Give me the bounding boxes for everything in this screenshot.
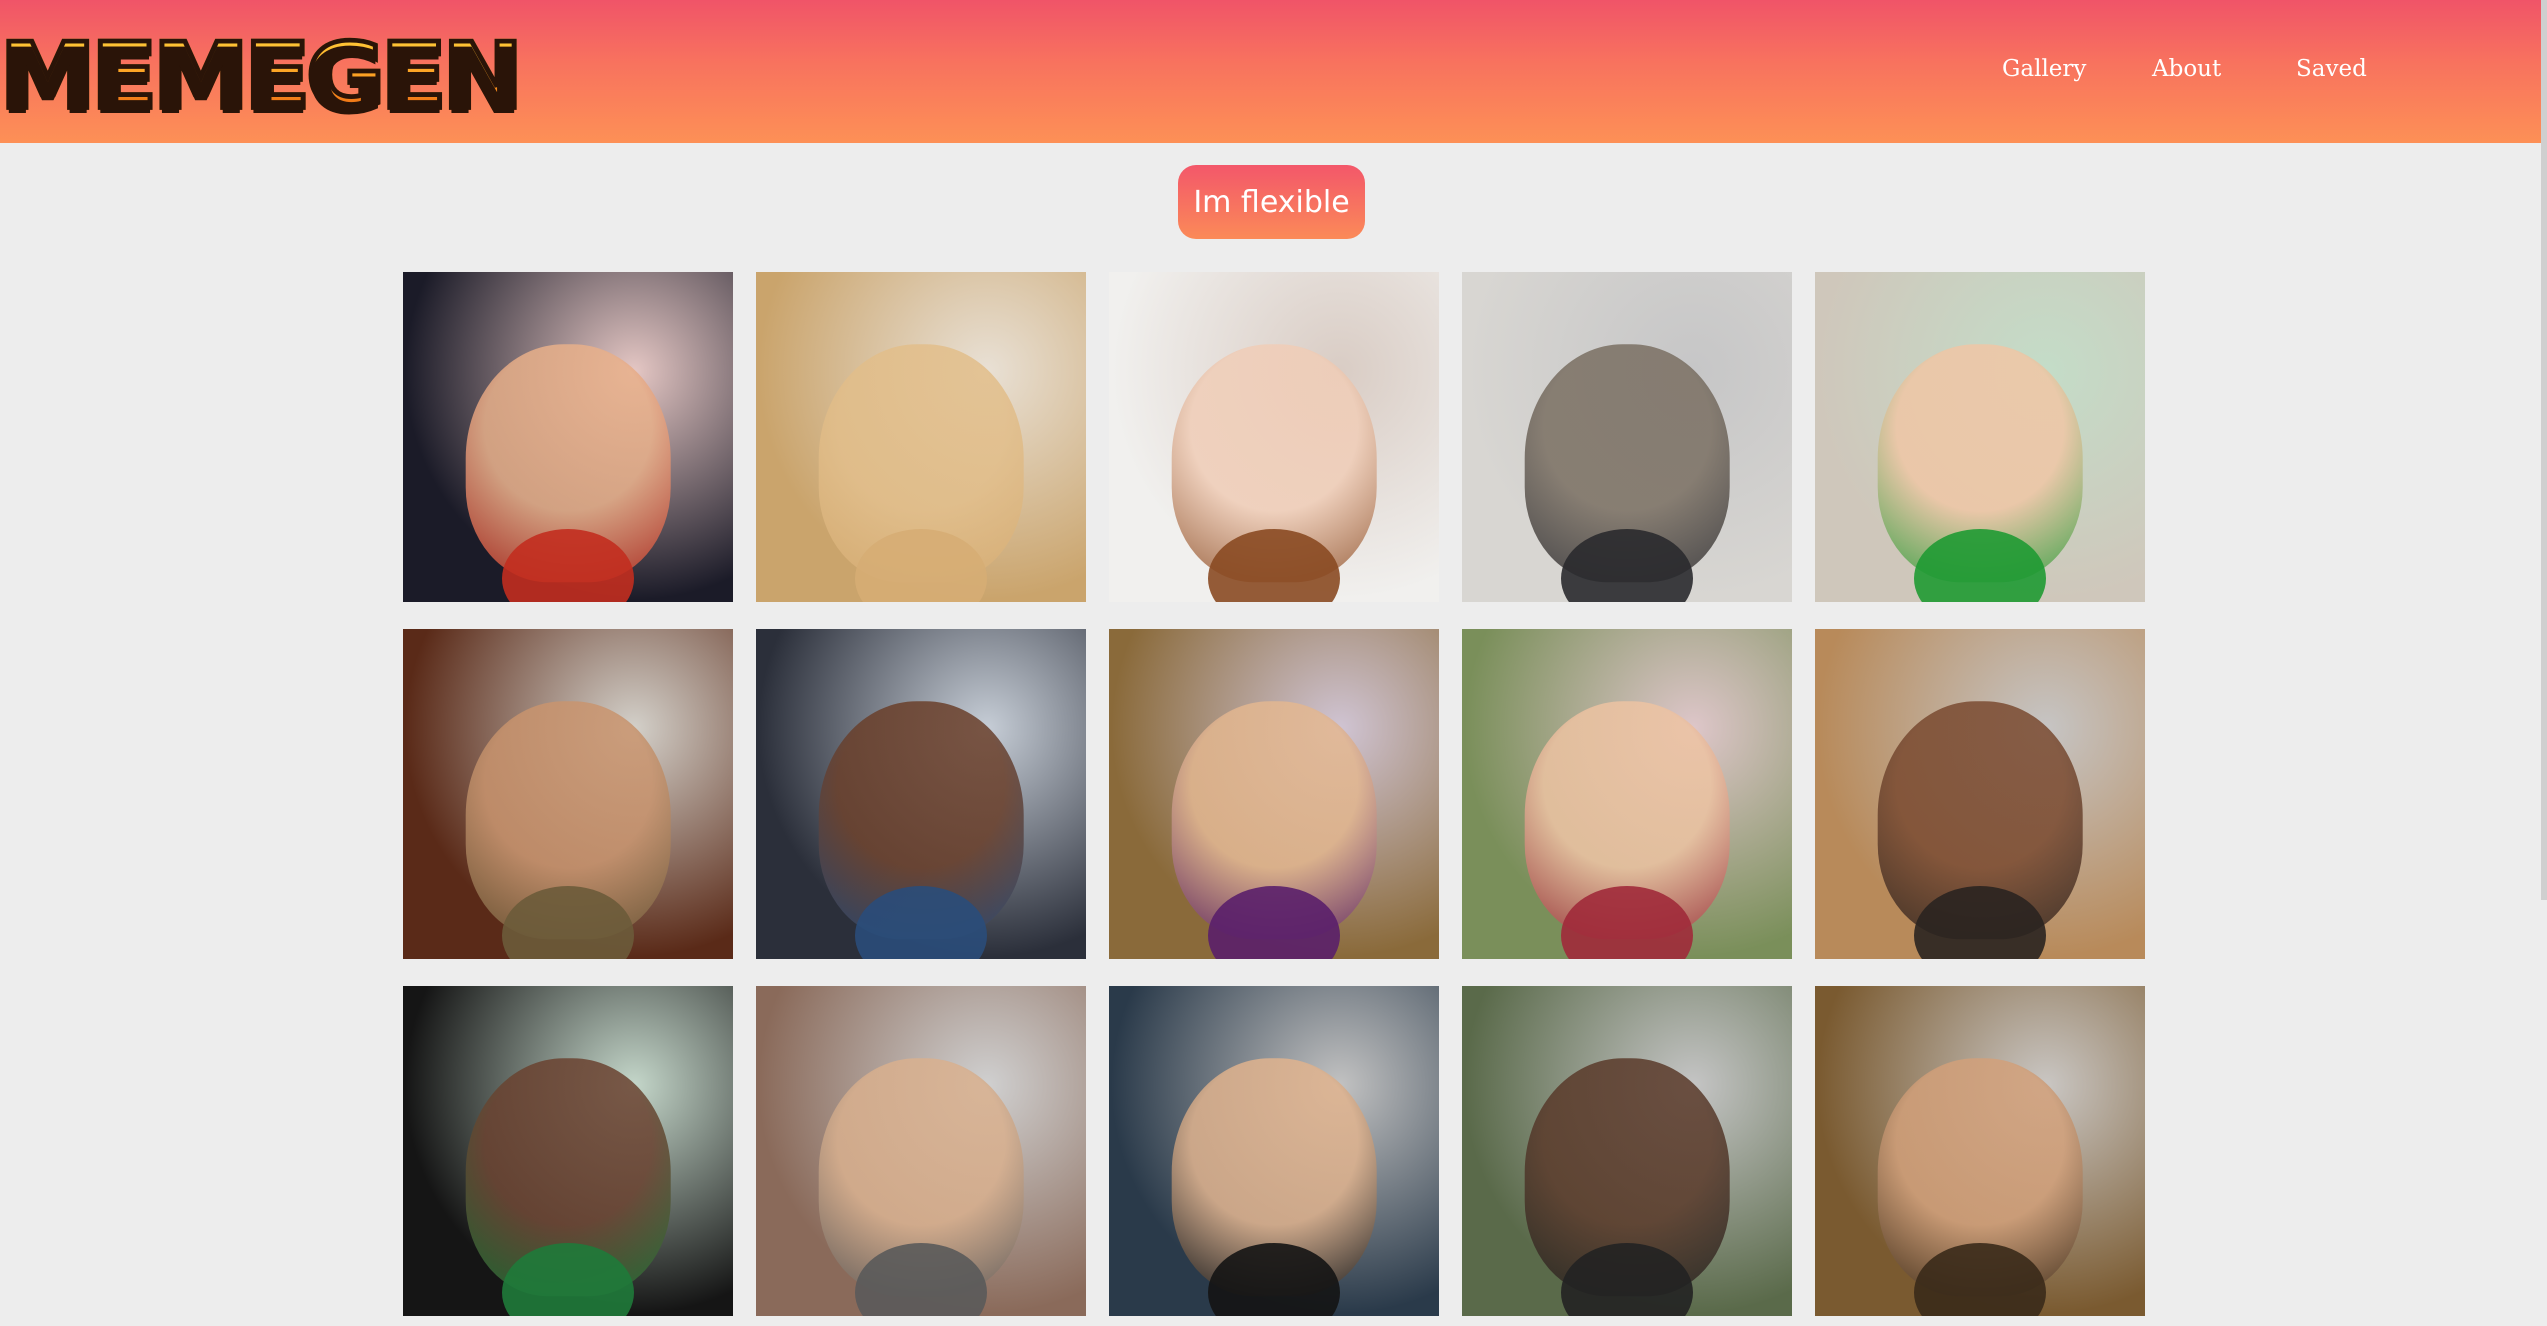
nav-link-about[interactable]: About	[2152, 56, 2221, 82]
meme-image-condescending-wonka[interactable]	[1109, 629, 1439, 959]
meme-image-puppies-kissing[interactable]	[756, 272, 1086, 602]
page-scrollbar[interactable]	[2541, 0, 2547, 900]
meme-image-cat-on-laptop[interactable]	[1462, 272, 1792, 602]
nav-link-saved[interactable]: Saved	[2296, 56, 2367, 82]
meme-gallery-grid	[403, 272, 2145, 1316]
meme-image-one-does-not-simply[interactable]	[1815, 986, 2145, 1316]
meme-image-sunglasses-man[interactable]	[1462, 986, 1792, 1316]
app-header: MEMEGEN Gallery About Saved	[0, 0, 2547, 143]
meme-image-baby-and-puppy-sleeping[interactable]	[1109, 272, 1439, 602]
meme-image-success-kid[interactable]	[1815, 272, 2145, 602]
memegen-logo[interactable]: MEMEGEN	[0, 28, 525, 124]
im-flexible-button[interactable]: Im flexible	[1178, 165, 1365, 239]
meme-image-toast-raise[interactable]	[1109, 986, 1439, 1316]
nav-link-gallery[interactable]: Gallery	[2002, 56, 2086, 82]
meme-image-athletes-embrace[interactable]	[403, 986, 733, 1316]
meme-image-laughing-man[interactable]	[1815, 629, 2145, 959]
meme-image-speaker-finger-up[interactable]	[403, 272, 733, 602]
meme-image-surprised-baby[interactable]	[756, 629, 1086, 959]
meme-image-man-pointing[interactable]	[756, 986, 1086, 1316]
meme-image-evil-toddler[interactable]	[1462, 629, 1792, 959]
meme-image-aliens-guy[interactable]	[403, 629, 733, 959]
main-nav: Gallery About Saved	[2002, 56, 2547, 86]
